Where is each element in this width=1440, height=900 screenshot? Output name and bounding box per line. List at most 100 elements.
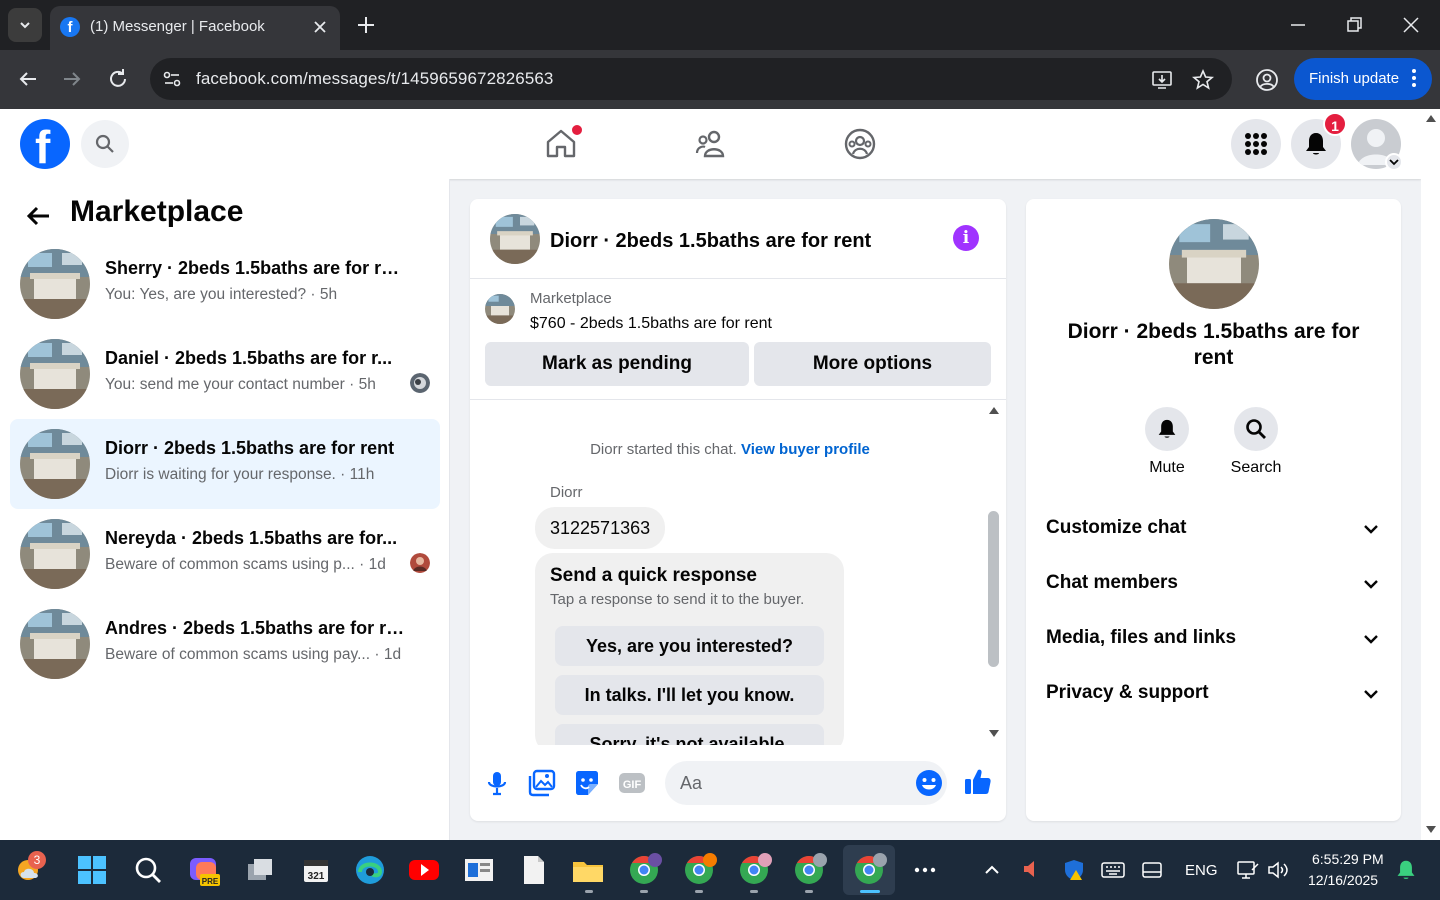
copilot-app-icon[interactable]: PRE <box>184 850 224 890</box>
tablet-mode-icon[interactable] <box>1141 860 1163 880</box>
network-icon[interactable] <box>1236 858 1260 882</box>
chrome-profile-icon[interactable] <box>789 850 829 890</box>
address-bar[interactable]: facebook.com/messages/t/1459659672826563 <box>150 58 1232 100</box>
facebook-favicon-icon: f <box>60 17 80 37</box>
conversation-item[interactable]: Nereyda · 2beds 1.5baths are for... Bewa… <box>10 509 440 599</box>
browser-profile-icon[interactable] <box>1254 67 1280 93</box>
chat-thumbnail[interactable] <box>490 214 540 264</box>
install-app-icon[interactable] <box>1150 68 1174 92</box>
facebook-logo-icon[interactable]: f <box>20 119 70 173</box>
search-action[interactable]: Search <box>1221 407 1291 477</box>
accordion-chat-members[interactable]: Chat members <box>1046 564 1381 604</box>
chat-panel: Diorr · 2beds 1.5baths are for rent i Ma… <box>470 199 1006 821</box>
thumbs-up-icon[interactable] <box>963 767 993 797</box>
bookmark-star-icon[interactable] <box>1191 68 1215 92</box>
browser-tab-messenger[interactable]: f (1) Messenger | Facebook <box>50 6 340 50</box>
url-text[interactable]: facebook.com/messages/t/1459659672826563 <box>196 69 553 89</box>
forward-icon[interactable] <box>60 67 84 91</box>
accordion-media-files-links[interactable]: Media, files and links <box>1046 619 1381 659</box>
notepad-icon[interactable] <box>514 850 554 890</box>
quick-response-option[interactable]: Sorry, it's not available. <box>555 724 824 745</box>
volume-muted-app-icon[interactable] <box>1020 858 1042 880</box>
new-tab-icon[interactable] <box>354 13 378 37</box>
search-in-chat-button[interactable] <box>1234 407 1278 451</box>
groups-icon[interactable] <box>843 127 877 161</box>
accordion-privacy-support[interactable]: Privacy & support <box>1046 674 1381 714</box>
message-input[interactable] <box>665 761 947 805</box>
more-options-button[interactable]: More options <box>754 342 991 386</box>
file-explorer-icon[interactable] <box>568 850 608 890</box>
active-running-indicator <box>860 890 880 893</box>
chat-title[interactable]: Diorr · 2beds 1.5baths are for rent <box>550 230 871 253</box>
restore-window-icon[interactable] <box>1341 12 1367 38</box>
scroll-down-arrow-icon[interactable] <box>988 729 1000 739</box>
site-settings-icon[interactable] <box>160 67 184 91</box>
minimize-window-icon[interactable] <box>1285 12 1311 38</box>
scroll-up-arrow-icon[interactable] <box>1425 113 1437 123</box>
youtube-icon[interactable] <box>404 850 444 890</box>
message-bubble[interactable]: 3122571363 <box>535 507 666 549</box>
sticker-icon[interactable] <box>572 768 602 798</box>
grid-menu-icon <box>1245 133 1267 155</box>
windows-search-icon[interactable] <box>128 850 168 890</box>
more-apps-icon[interactable] <box>905 850 945 890</box>
page-scrollbar[interactable] <box>1421 109 1440 840</box>
security-shield-icon[interactable] <box>1062 858 1086 882</box>
video-editor-icon[interactable]: 321 <box>296 850 336 890</box>
accordion-customize-chat[interactable]: Customize chat <box>1046 509 1381 549</box>
quick-response-option[interactable]: Yes, are you interested? <box>555 626 824 666</box>
section-label: Media, files and links <box>1046 627 1237 648</box>
conversation-preview: Beware of common scams using p... · 1d <box>105 556 386 573</box>
mark-as-pending-button[interactable]: Mark as pending <box>485 342 749 386</box>
scroll-down-arrow-icon[interactable] <box>1425 825 1437 835</box>
listing-photo[interactable] <box>1169 219 1259 309</box>
news-app-icon[interactable] <box>459 850 499 890</box>
task-view-icon[interactable] <box>240 850 280 890</box>
running-indicator <box>805 890 813 893</box>
conversation-item[interactable]: Daniel · 2beds 1.5baths are for r... You… <box>10 329 440 419</box>
conversation-item-active[interactable]: Diorr · 2beds 1.5baths are for rent Dior… <box>10 419 440 509</box>
close-tab-icon[interactable] <box>310 17 330 37</box>
chat-scrollbar[interactable] <box>986 401 1002 745</box>
mute-action[interactable]: Mute <box>1132 407 1202 477</box>
conversation-item[interactable]: Andres · 2beds 1.5baths are for rent Bew… <box>10 599 440 689</box>
chrome-active-icon[interactable] <box>849 850 889 890</box>
chat-scroll-thumb[interactable] <box>988 511 999 667</box>
clock-date[interactable]: 12/16/2025 <box>1308 872 1378 888</box>
conversation-item[interactable]: Sherry · 2beds 1.5baths are for rent You… <box>10 239 440 329</box>
microphone-icon[interactable] <box>482 768 512 798</box>
quick-response-option[interactable]: In talks. I'll let you know. <box>555 675 824 715</box>
scroll-up-arrow-icon[interactable] <box>988 405 1000 415</box>
speaker-icon[interactable] <box>1266 858 1290 882</box>
gif-icon[interactable]: GIF <box>617 768 647 798</box>
language-indicator[interactable]: ENG <box>1185 862 1218 879</box>
clock-time[interactable]: 6:55:29 PM <box>1312 851 1384 867</box>
chrome-profile-icon[interactable] <box>624 850 664 890</box>
chevron-down-icon <box>20 22 30 29</box>
menu-button[interactable] <box>1231 119 1281 169</box>
listing-price[interactable]: $760 - 2beds 1.5baths are for rent <box>530 315 772 333</box>
chrome-profile-icon[interactable] <box>679 850 719 890</box>
windows-start-icon[interactable] <box>72 850 112 890</box>
running-indicator <box>695 890 703 893</box>
close-window-icon[interactable] <box>1398 12 1424 38</box>
chrome-profile-icon[interactable] <box>734 850 774 890</box>
edge-browser-icon[interactable] <box>350 850 390 890</box>
tab-search-button[interactable] <box>8 8 42 42</box>
info-icon[interactable]: i <box>953 225 979 251</box>
finish-update-button[interactable]: Finish update <box>1294 58 1432 100</box>
mute-button[interactable] <box>1145 407 1189 451</box>
reload-icon[interactable] <box>106 67 130 91</box>
view-buyer-profile-link[interactable]: View buyer profile <box>741 441 870 458</box>
show-hidden-icons-icon[interactable] <box>982 860 1002 880</box>
back-icon[interactable] <box>16 67 40 91</box>
account-chevron[interactable] <box>1385 153 1403 171</box>
photo-gallery-icon[interactable] <box>527 768 557 798</box>
notification-bell-icon[interactable] <box>1395 859 1417 881</box>
keyboard-icon[interactable] <box>1101 860 1125 880</box>
listing-thumbnail[interactable] <box>485 294 515 324</box>
facebook-search-button[interactable] <box>81 120 129 168</box>
friends-icon[interactable] <box>694 127 728 161</box>
emoji-icon[interactable] <box>914 768 944 798</box>
back-arrow-icon[interactable] <box>24 201 54 231</box>
